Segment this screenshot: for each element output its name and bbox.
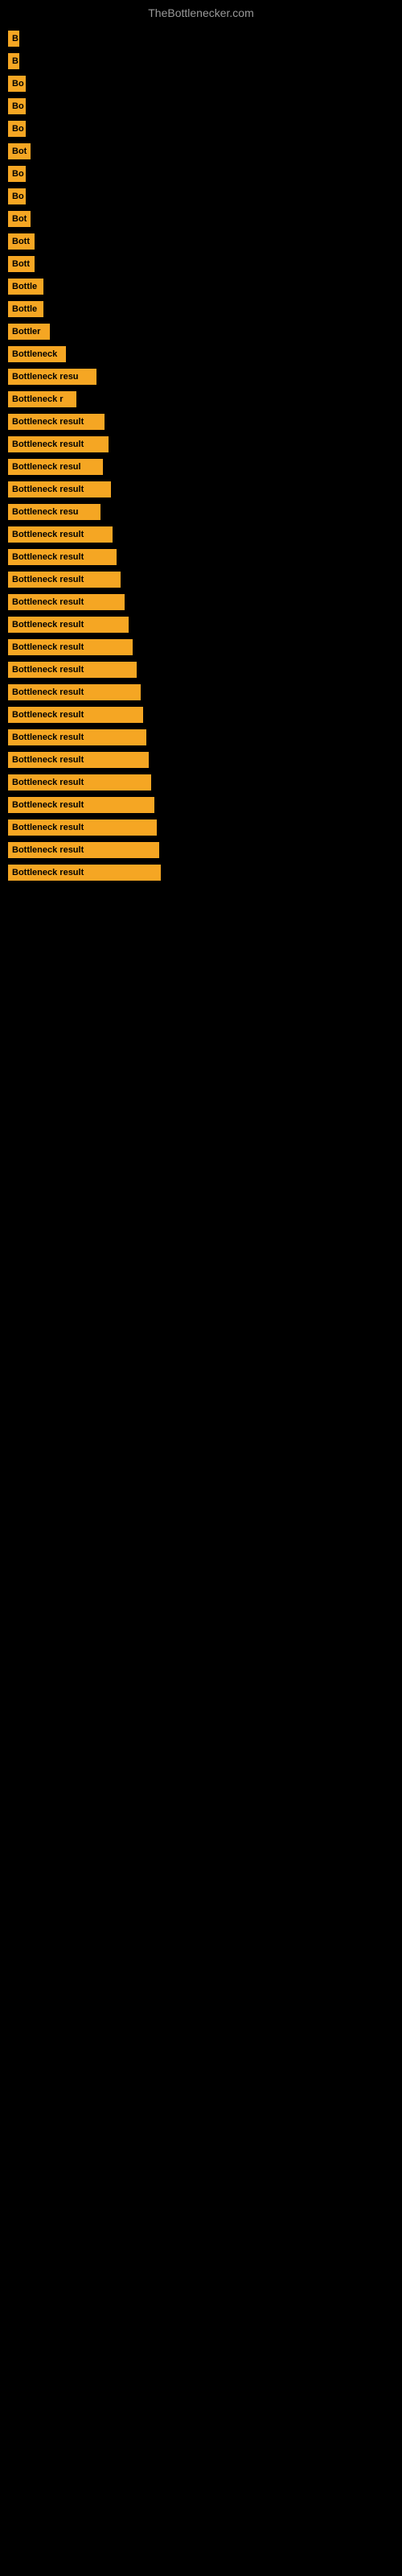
bar-row: Bottleneck result	[8, 617, 394, 633]
bar-label: Bottleneck result	[8, 549, 117, 565]
bar-row: Bottleneck resul	[8, 459, 394, 475]
bar-label: Bottleneck result	[8, 572, 121, 588]
bar-label: Bottleneck result	[8, 436, 109, 452]
bar-row: Bottle	[8, 279, 394, 295]
bar-row: Bottleneck result	[8, 729, 394, 745]
bar-row: Bottle	[8, 301, 394, 317]
bar-label: Bottle	[8, 279, 43, 295]
bar-row: Bott	[8, 256, 394, 272]
bar-label: Bottleneck result	[8, 526, 113, 543]
bar-label: Bottleneck result	[8, 662, 137, 678]
bar-label: Bottleneck result	[8, 481, 111, 497]
bar-label: Bottleneck result	[8, 707, 143, 723]
bar-label: Bottleneck resul	[8, 459, 103, 475]
bar-row: Bottleneck result	[8, 594, 394, 610]
bar-row: Bottleneck result	[8, 639, 394, 655]
bar-row: Bo	[8, 166, 394, 182]
bar-label: Bottleneck result	[8, 594, 125, 610]
bar-label: Bottleneck r	[8, 391, 76, 407]
bar-label: Bottleneck result	[8, 752, 149, 768]
bar-row: Bo	[8, 98, 394, 114]
bar-row: Bot	[8, 143, 394, 159]
bar-label: Bottleneck result	[8, 797, 154, 813]
bar-label: Bo	[8, 76, 26, 92]
bar-label: Bo	[8, 98, 26, 114]
bar-row: Bottleneck result	[8, 481, 394, 497]
bar-row: Bottleneck resu	[8, 504, 394, 520]
bar-label: Bottleneck result	[8, 819, 157, 836]
bar-row: Bo	[8, 121, 394, 137]
bar-label: Bottle	[8, 301, 43, 317]
bar-label: Bottleneck result	[8, 684, 141, 700]
bar-row: Bottleneck result	[8, 707, 394, 723]
bar-label: Bott	[8, 256, 35, 272]
bar-row: Bottleneck result	[8, 549, 394, 565]
bar-label: Bot	[8, 211, 31, 227]
bar-label: B	[8, 31, 19, 47]
bar-row: Bottler	[8, 324, 394, 340]
bar-label: Bott	[8, 233, 35, 250]
bar-row: Bottleneck result	[8, 662, 394, 678]
bar-row: B	[8, 53, 394, 69]
bar-label: Bo	[8, 166, 26, 182]
bar-label: B	[8, 53, 19, 69]
bar-row: B	[8, 31, 394, 47]
bar-label: Bottleneck result	[8, 414, 105, 430]
bar-label: Bottleneck result	[8, 729, 146, 745]
bar-label: Bottler	[8, 324, 50, 340]
bar-row: Bottleneck result	[8, 819, 394, 836]
bar-row: Bottleneck r	[8, 391, 394, 407]
bar-row: Bo	[8, 76, 394, 92]
bar-label: Bottleneck	[8, 346, 66, 362]
bar-label: Bottleneck resu	[8, 369, 96, 385]
bar-row: Bo	[8, 188, 394, 204]
bar-row: Bottleneck result	[8, 414, 394, 430]
bar-label: Bottleneck result	[8, 842, 159, 858]
bars-container: BB Bo Bo Bo Bot Bo Bo Bot Bott Bott Bottle Bottle Bo…	[0, 23, 402, 881]
bar-row: Bottleneck result	[8, 752, 394, 768]
bar-label: Bottleneck result	[8, 617, 129, 633]
bar-label: Bot	[8, 143, 31, 159]
bar-row: Bottleneck result	[8, 842, 394, 858]
site-title: TheBottlenecker.com	[0, 0, 402, 23]
bar-row: Bottleneck	[8, 346, 394, 362]
bar-label: Bottleneck result	[8, 865, 161, 881]
bar-row: Bottleneck resu	[8, 369, 394, 385]
bar-label: Bo	[8, 121, 26, 137]
bar-row: Bottleneck result	[8, 797, 394, 813]
bar-row: Bottleneck result	[8, 572, 394, 588]
bar-row: Bot	[8, 211, 394, 227]
bar-label: Bo	[8, 188, 26, 204]
bar-label: Bottleneck result	[8, 639, 133, 655]
bar-row: Bottleneck result	[8, 436, 394, 452]
bar-label: Bottleneck result	[8, 774, 151, 791]
bar-row: Bottleneck result	[8, 774, 394, 791]
bar-row: Bottleneck result	[8, 684, 394, 700]
bar-label: Bottleneck resu	[8, 504, 100, 520]
bar-row: Bott	[8, 233, 394, 250]
bar-row: Bottleneck result	[8, 526, 394, 543]
bar-row: Bottleneck result	[8, 865, 394, 881]
